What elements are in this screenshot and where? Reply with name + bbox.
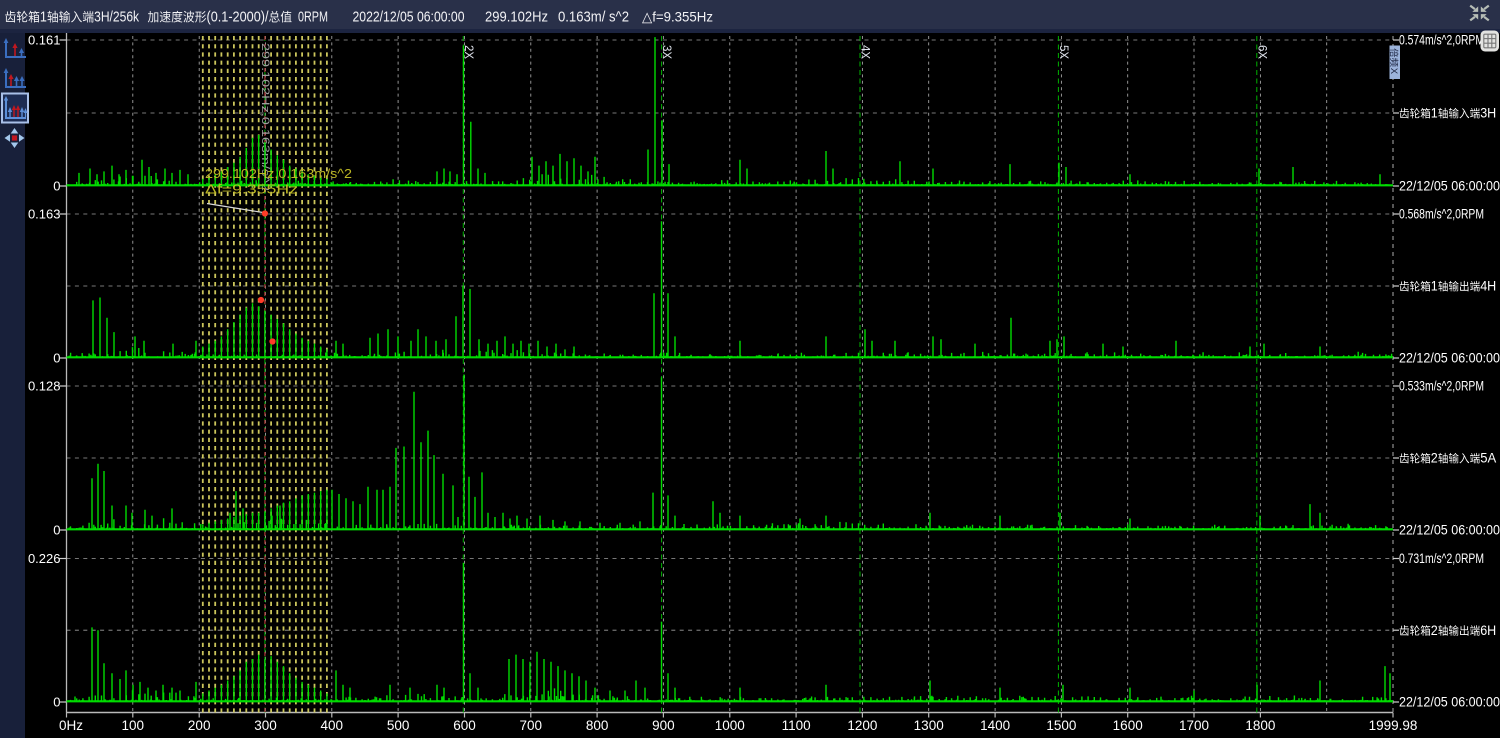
svg-text:22/12/05 06:00:00: 22/12/05 06:00:00: [1399, 350, 1500, 366]
svg-text:0.163m/ s^2: 0.163m/ s^2: [558, 9, 629, 26]
svg-text:0.226: 0.226: [28, 551, 61, 566]
svg-text:100: 100: [122, 718, 145, 733]
svg-text:1: 1: [1431, 279, 1438, 294]
svg-text:0: 0: [53, 351, 60, 366]
svg-text:0: 0: [53, 523, 60, 538]
svg-text:2: 2: [1431, 451, 1438, 466]
svg-text:1100: 1100: [782, 718, 811, 733]
svg-text:0.533m/s^2,0RPM: 0.533m/s^2,0RPM: [1399, 378, 1484, 394]
svg-text:1300: 1300: [914, 718, 944, 733]
svg-text:700: 700: [520, 718, 543, 733]
svg-text:1: 1: [40, 9, 47, 26]
svg-text:1700: 1700: [1179, 718, 1209, 733]
svg-text:4H: 4H: [1480, 279, 1496, 294]
svg-text:500: 500: [387, 718, 410, 733]
svg-text:2022/12/05 06:00:00: 2022/12/05 06:00:00: [353, 9, 465, 26]
svg-text:(0.1-2000)/: (0.1-2000)/: [207, 9, 270, 26]
svg-text:800: 800: [586, 718, 609, 733]
svg-text:1800: 1800: [1245, 718, 1275, 733]
svg-text:3X: 3X: [660, 45, 672, 59]
svg-text:3H/256k: 3H/256k: [94, 9, 139, 26]
svg-text:X: X: [1388, 68, 1399, 75]
svg-text:1000: 1000: [715, 718, 745, 733]
svg-text:1200: 1200: [847, 718, 877, 733]
svg-text:600: 600: [453, 718, 476, 733]
svg-text:5X: 5X: [1057, 45, 1069, 59]
svg-text:0: 0: [53, 695, 60, 710]
svg-text:200: 200: [188, 718, 211, 733]
svg-text:0.574m/s^2,0RPM: 0.574m/s^2,0RPM: [1399, 32, 1484, 48]
svg-text:6X: 6X: [1255, 45, 1267, 59]
svg-text:6H: 6H: [1480, 623, 1496, 638]
svg-text:0Hz: 0Hz: [59, 718, 83, 733]
svg-text:299.102Hz,0.163m/s^2: 299.102Hz,0.163m/s^2: [205, 166, 352, 181]
svg-text:2: 2: [1431, 623, 1438, 638]
svg-text:1400: 1400: [980, 718, 1010, 733]
svg-text:△f=9.355Hz: △f=9.355Hz: [642, 9, 713, 25]
svg-text:0RPM: 0RPM: [298, 9, 328, 26]
svg-text:900: 900: [652, 718, 675, 733]
svg-text:1999.98: 1999.98: [1369, 718, 1418, 733]
svg-text:22/12/05 06:00:00: 22/12/05 06:00:00: [1399, 694, 1500, 710]
svg-text:0.128: 0.128: [28, 379, 61, 394]
svg-text:0.731m/s^2,0RPM: 0.731m/s^2,0RPM: [1399, 550, 1484, 566]
svg-text:3H: 3H: [1480, 106, 1496, 121]
svg-text:400: 400: [321, 718, 344, 733]
svg-text:4X: 4X: [859, 45, 871, 59]
svg-text:5A: 5A: [1480, 451, 1496, 466]
svg-text:0.568m/s^2,0RPM: 0.568m/s^2,0RPM: [1399, 206, 1484, 222]
svg-text:0.161: 0.161: [28, 33, 61, 48]
svg-text:0: 0: [53, 179, 60, 194]
svg-text:Δf=9.355Hz: Δf=9.355Hz: [205, 182, 298, 197]
svg-text:22/12/05 06:00:00: 22/12/05 06:00:00: [1399, 178, 1500, 194]
svg-text:22/12/05 06:00:00: 22/12/05 06:00:00: [1399, 522, 1500, 538]
svg-text:1600: 1600: [1113, 718, 1143, 733]
svg-text:0.163: 0.163: [28, 207, 61, 222]
svg-text:1500: 1500: [1046, 718, 1076, 733]
svg-text:299.102Hz: 299.102Hz: [485, 9, 548, 26]
svg-text:1: 1: [1431, 106, 1438, 121]
svg-text:300: 300: [254, 718, 277, 733]
